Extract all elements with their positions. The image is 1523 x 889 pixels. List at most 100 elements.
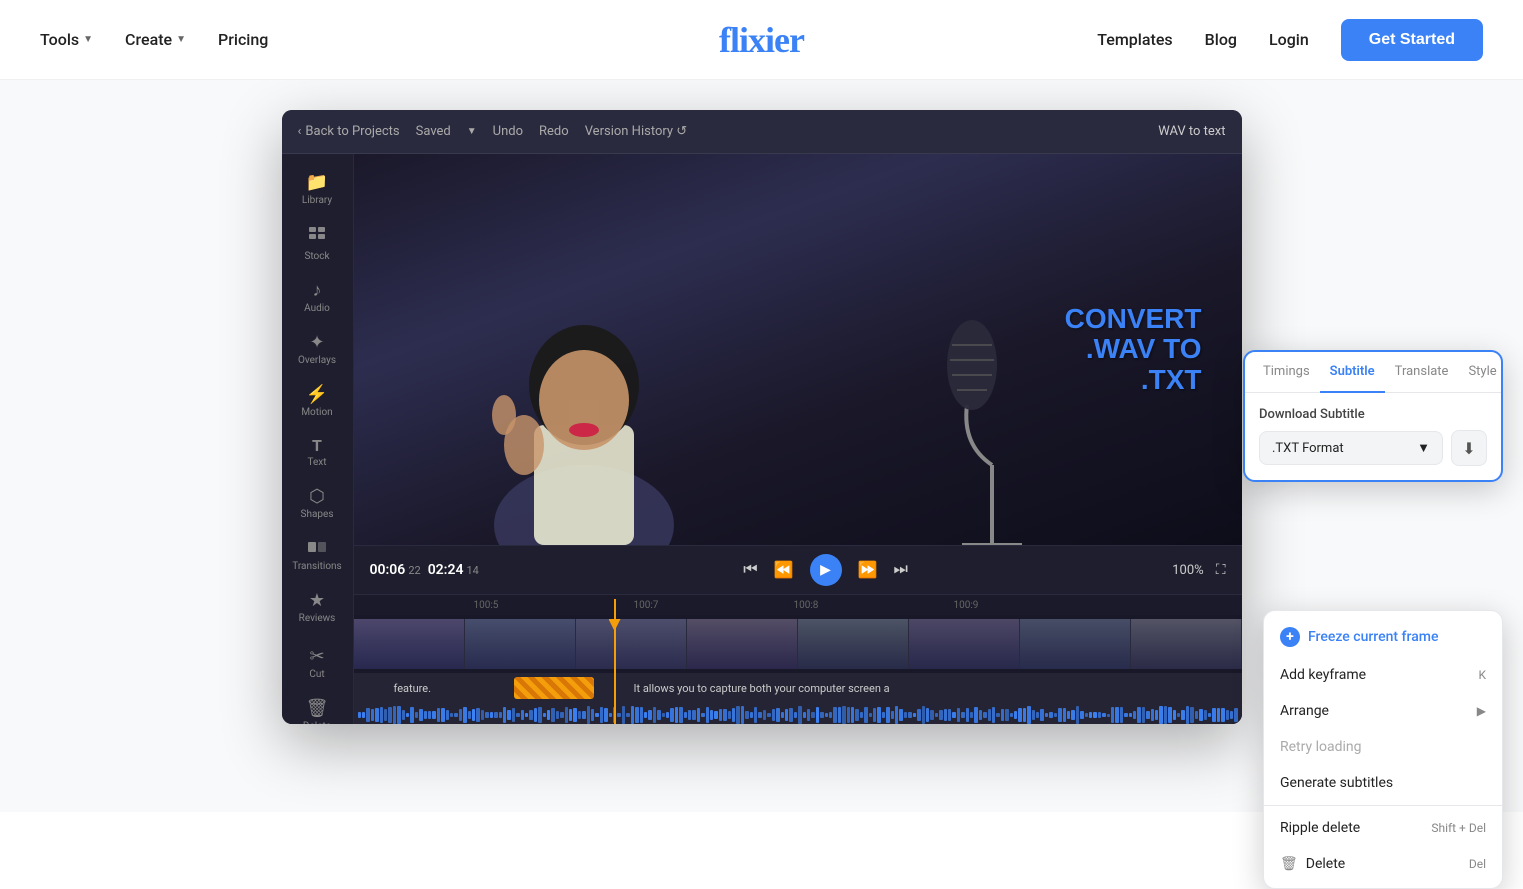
add-keyframe-shortcut: K [1478,668,1486,682]
sidebar-item-audio[interactable]: ♪ Audio [282,274,353,322]
panel-tabs: Timings Subtitle Translate Style [1245,352,1501,393]
nav-blog[interactable]: Blog [1205,30,1237,49]
thumbnail-5 [798,619,909,669]
timeline-area[interactable]: 100:5 100:7 100:8 100:9 [354,594,1242,724]
transitions-label: Transitions [292,561,341,572]
cut-label: Cut [309,669,324,680]
context-menu: + Freeze current frame Add keyframe K Ar… [1263,610,1503,889]
audio-label: Audio [304,303,330,314]
text-icon: T [312,438,322,454]
subtitle-text-left: feature. [394,682,432,695]
time-display: 00:06 22 02:24 14 [370,562,479,578]
format-select-dropdown[interactable]: .TXT Format ▼ [1259,431,1443,465]
download-icon: ⬇ [1462,439,1475,458]
thumbnail-8 [1131,619,1242,669]
fullscreen-button[interactable]: ⛶ [1216,562,1226,578]
ruler-mark-4: 100:9 [954,600,979,611]
menu-item-freeze[interactable]: + Freeze current frame [1264,617,1502,657]
play-button[interactable]: ▶ [810,554,842,586]
menu-item-retry: Retry loading [1264,729,1502,765]
freeze-label: Freeze current frame [1308,629,1438,645]
redo-button[interactable]: Redo [539,124,569,139]
menu-item-generate-subtitles[interactable]: Generate subtitles [1264,765,1502,801]
format-chevron-icon: ▼ [1417,440,1430,456]
back-arrow-icon: ‹ [298,124,302,139]
menu-item-arrange[interactable]: Arrange ▶ [1264,693,1502,729]
nav-create[interactable]: Create ▼ [125,30,186,49]
tools-label: Tools [40,30,79,49]
subtitle-clip-text: It allows you to capture both your compu… [634,682,890,695]
create-chevron-icon: ▼ [176,34,186,45]
nav-login[interactable]: Login [1269,30,1309,49]
back-label: Back to Projects [305,124,399,139]
nav-left: Tools ▼ Create ▼ Pricing [40,30,268,49]
undo-button[interactable]: Undo [493,124,523,139]
delete-sidebar-icon: 🗑 [306,700,329,718]
overlay-line1: CONVERT [1065,303,1202,334]
nav-right: Templates Blog Login Get Started [1097,19,1483,61]
menu-item-add-keyframe[interactable]: Add keyframe K [1264,657,1502,693]
tab-timings[interactable]: Timings [1253,352,1320,393]
ripple-delete-label: Ripple delete [1280,820,1360,836]
video-area[interactable]: CONVERT .WAV TO .TXT [354,154,1242,545]
format-select-row: .TXT Format ▼ ⬇ [1259,430,1487,466]
tab-style[interactable]: Style [1458,352,1506,393]
sidebar-item-reviews[interactable]: ★ Reviews [282,584,353,632]
sidebar-item-motion[interactable]: ⚡ Motion [282,378,353,426]
sidebar-item-text[interactable]: T Text [282,430,353,476]
tab-subtitle[interactable]: Subtitle [1320,352,1385,393]
create-label: Create [125,30,172,49]
reviews-label: Reviews [299,613,336,624]
audio-track[interactable]: // Will be rendered via JS below [354,703,1242,724]
video-thumbnails [354,619,1242,669]
tab-translate[interactable]: Translate [1385,352,1459,393]
back-to-projects-button[interactable]: ‹ Back to Projects [298,124,400,139]
video-track[interactable] [354,619,1242,669]
reviews-icon: ★ [309,592,325,610]
download-button[interactable]: ⬇ [1451,430,1487,466]
sidebar-item-stock[interactable]: Stock [282,218,353,270]
sidebar-item-shapes[interactable]: ⬡ Shapes [282,480,353,528]
site-logo[interactable]: flixier [719,19,804,61]
fast-forward-button[interactable]: ⏩ [858,560,878,580]
nav-pricing[interactable]: Pricing [218,30,268,49]
get-started-button[interactable]: Get Started [1341,19,1483,61]
delete-sidebar-label: Delete [303,721,331,724]
tools-chevron-icon: ▼ [83,34,93,45]
playhead[interactable] [614,599,616,724]
shapes-icon: ⬡ [309,488,325,506]
menu-item-delete[interactable]: 🗑 Delete Del [1264,846,1502,882]
saved-status: Saved [416,124,451,139]
menu-item-ripple-delete[interactable]: Ripple delete Shift + Del [1264,810,1502,846]
project-title: WAV to text [1158,124,1225,139]
ruler-mark-3: 100:8 [794,600,819,611]
subtitle-track[interactable]: feature. It allows you to capture both y… [354,673,1242,703]
sidebar-item-library[interactable]: 📁 Library [282,166,353,214]
person-visual [454,245,714,545]
version-icon: ↺ [676,124,687,139]
retry-label: Retry loading [1280,739,1362,755]
sidebar-item-overlays[interactable]: ✦ Overlays [282,326,353,374]
nav-templates[interactable]: Templates [1097,30,1172,49]
thumbnail-2 [465,619,576,669]
thumbnail-7 [1020,619,1131,669]
zoom-level: 100% [1172,563,1203,578]
saved-dropdown-icon[interactable]: ▼ [467,126,477,137]
delete-label: Delete [1306,856,1345,872]
rewind-button[interactable]: ⏪ [774,560,794,580]
editor-container: ‹ Back to Projects Saved ▼ Undo Redo Ver… [0,80,1523,812]
total-time: 02:24 [428,562,464,578]
version-history-button[interactable]: Version History ↺ [585,124,687,139]
skip-to-end-button[interactable]: ⏭ [893,561,907,579]
ripple-delete-shortcut: Shift + Del [1431,821,1486,835]
nav-tools[interactable]: Tools ▼ [40,30,93,49]
plus-icon: + [1280,627,1300,647]
skip-to-start-button[interactable]: ⏮ [743,561,757,579]
subtitle-clip-yellow[interactable] [514,677,594,699]
sidebar-item-cut[interactable]: ✂ Cut [282,640,353,688]
main-content: CONVERT .WAV TO .TXT 00:06 22 02:24 14 [354,154,1242,724]
sidebar-item-delete[interactable]: 🗑 Delete [282,692,353,724]
editor-sidebar: 📁 Library Stock ♪ [282,154,354,724]
subtitle-panel: Timings Subtitle Translate Style Downloa… [1243,350,1503,482]
sidebar-item-transitions[interactable]: Transitions [282,532,353,580]
